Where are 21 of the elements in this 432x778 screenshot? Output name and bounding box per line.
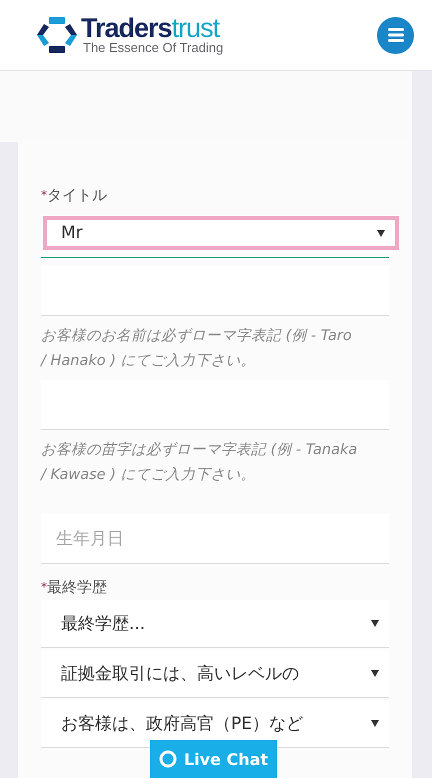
chat-bubble-icon — [158, 750, 177, 768]
caret-icon — [371, 620, 379, 627]
select-field[interactable]: Mr — [43, 216, 399, 250]
menu-button[interactable] — [377, 16, 414, 54]
select-field[interactable]: お客様は、政府高官（PE）など — [41, 700, 389, 748]
hint-text: お客様のお名前は必ずローマ字表記 (例 - Taro / Hanako ) にてご入力下さい。 — [41, 326, 353, 371]
hint-text: お客様の苗字は必ずローマ字表記 (例 - Tanaka / Kawase ) にてご入力下さい。 — [41, 440, 358, 485]
caret-icon — [371, 670, 379, 677]
input-field[interactable] — [41, 380, 389, 430]
logo-tagline: The Essence Of Trading — [83, 41, 224, 55]
menu-icon — [388, 28, 404, 42]
input-field[interactable]: 生年月日 — [41, 514, 389, 564]
select-field[interactable]: 最終学歴... — [41, 600, 389, 648]
field-label: *最終学歴 — [41, 577, 108, 598]
input-field[interactable] — [41, 266, 389, 316]
caret-icon — [371, 720, 379, 727]
select-field[interactable]: 証拠金取引には、高いレベルの — [41, 650, 389, 698]
field-label: *タイトル — [41, 185, 108, 206]
logo-icon — [35, 16, 79, 54]
caret-icon — [377, 230, 385, 236]
logo-wordmark: Traderstrust — [81, 15, 220, 41]
